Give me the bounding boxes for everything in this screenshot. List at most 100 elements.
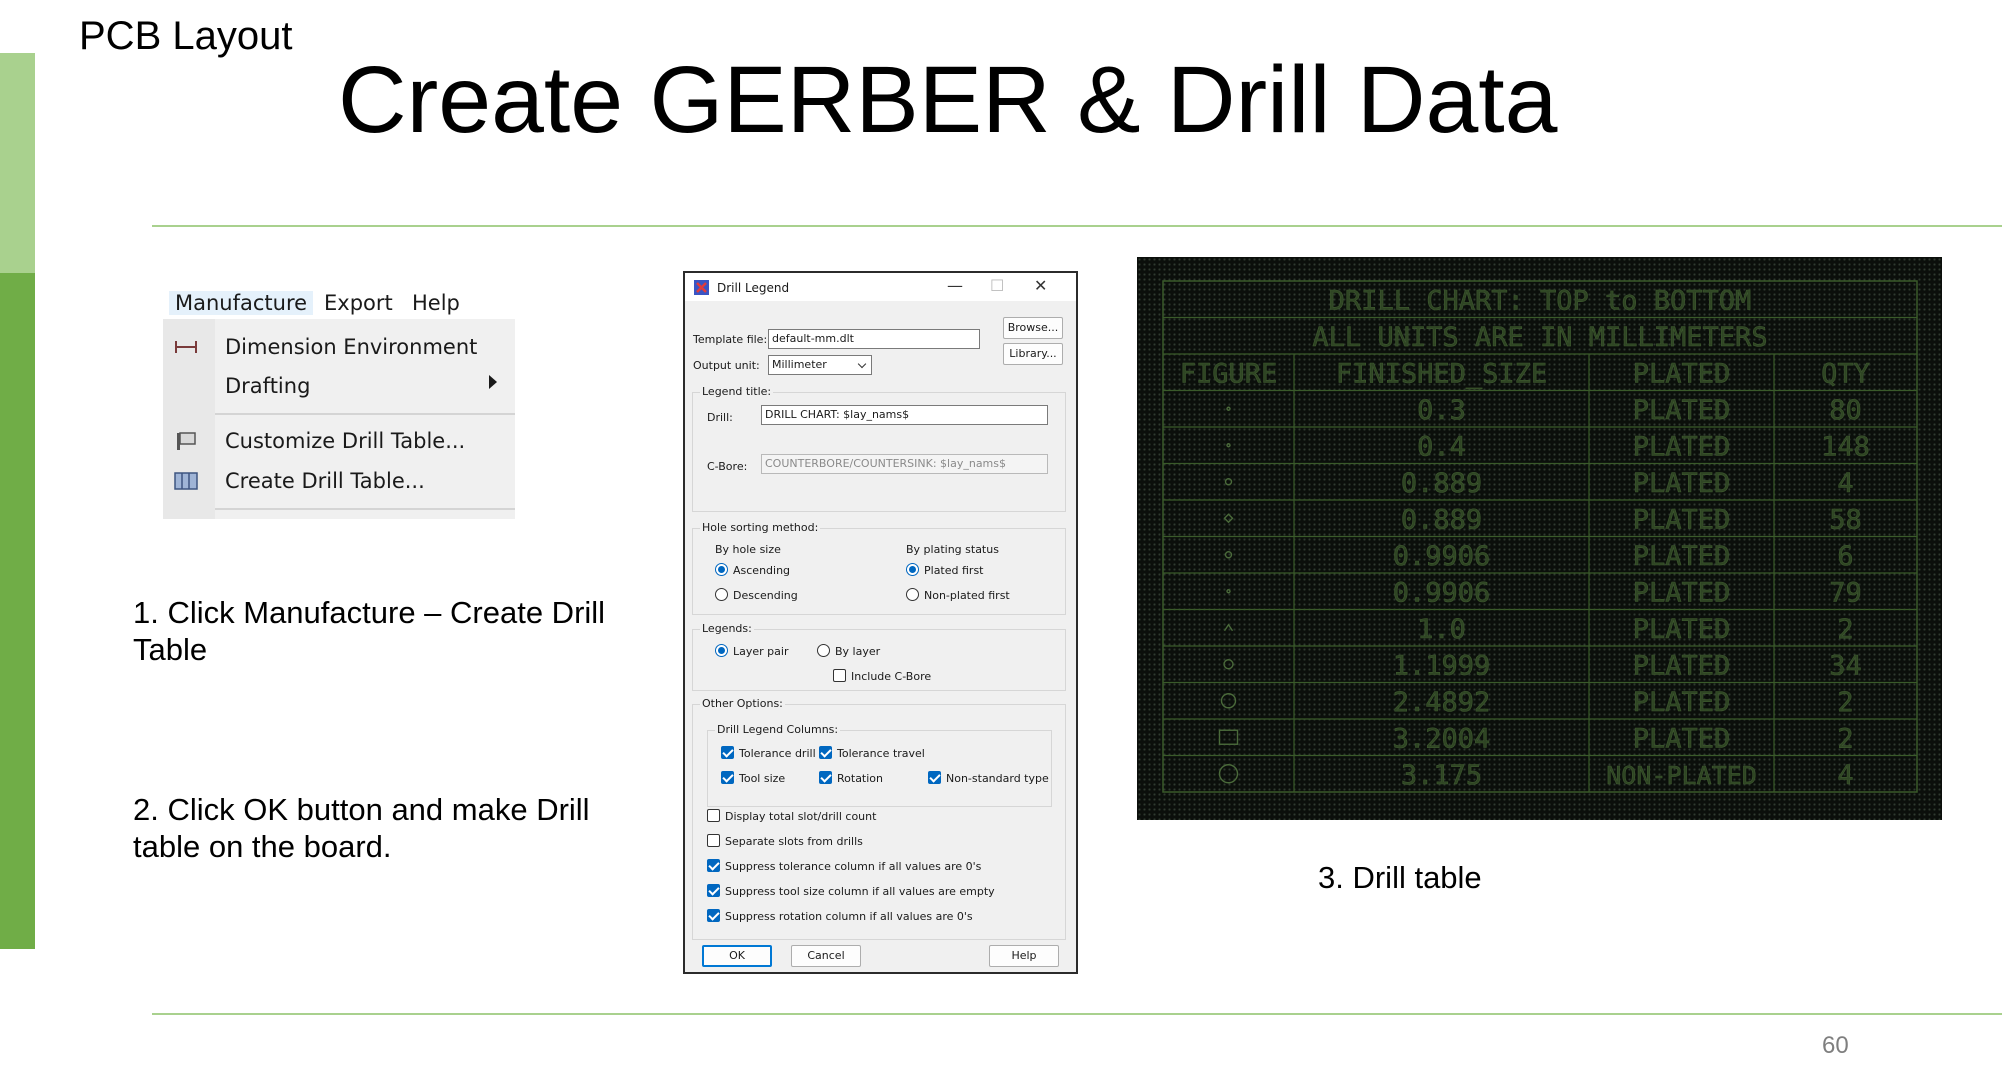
drill-title-input[interactable]: DRILL CHART: $lay_nams$	[761, 405, 1048, 425]
drill-figure-caret-icon	[1223, 623, 1234, 632]
dialog-title: Drill Legend	[717, 281, 790, 295]
step-3-text: 3. Drill table	[1318, 860, 1482, 895]
drill-row-size: 0.3	[1417, 395, 1466, 426]
ok-button[interactable]: OK	[702, 945, 772, 967]
other-options-group-label: Other Options:	[700, 697, 785, 710]
drill-row-qty: 2	[1837, 723, 1853, 754]
descending-radio[interactable]	[715, 588, 728, 601]
minimize-icon[interactable]: —	[947, 276, 963, 295]
legend-title-group-label: Legend title:	[700, 385, 774, 398]
accent-bar-bottom	[0, 273, 35, 949]
chart-header-finished-size: FINISHED_SIZE	[1336, 358, 1547, 389]
app-icon	[694, 280, 709, 295]
non-standard-type-checkbox[interactable]	[928, 771, 941, 784]
drill-row-qty: 79	[1829, 577, 1862, 608]
rotation-label: Rotation	[837, 772, 884, 785]
step-2-text: 2. Click OK button and make Drill table …	[133, 792, 590, 864]
menu-item-create-drill-table[interactable]: Create Drill Table...	[225, 469, 425, 493]
non-plated-first-label: Non-plated first	[924, 589, 1010, 602]
tolerance-drill-label: Tolerance drill	[739, 747, 816, 760]
separate-slots-checkbox[interactable]	[707, 834, 720, 847]
output-unit-select[interactable]: Millimeter	[768, 355, 872, 375]
drill-row-plated: PLATED	[1633, 468, 1731, 499]
by-plating-status-label: By plating status	[906, 543, 999, 556]
tolerance-drill-checkbox[interactable]	[721, 746, 734, 759]
drill-row-qty: 2	[1837, 614, 1853, 645]
drill-row-qty: 2	[1837, 687, 1853, 718]
drill-figure-square-icon	[1218, 729, 1239, 745]
accent-bar-top	[0, 53, 35, 273]
chart-subtitle: ALL UNITS ARE IN MILLIMETERS	[1312, 322, 1767, 353]
menu-manufacture[interactable]: Manufacture	[169, 291, 314, 315]
drill-table-screenshot: DRILL CHART: TOP to BOTTOM ALL UNITS ARE …	[1137, 257, 1942, 820]
drill-chart: DRILL CHART: TOP to BOTTOM ALL UNITS ARE …	[1162, 280, 1918, 793]
drill-figure-diamond-icon	[1223, 513, 1234, 524]
output-unit-value: Millimeter	[772, 358, 827, 371]
by-layer-label: By layer	[835, 645, 881, 658]
drill-row-size: 0.9906	[1393, 541, 1491, 572]
drill-row-qty: 80	[1829, 395, 1862, 426]
create-table-icon	[174, 472, 198, 490]
drill-figure-dot-icon	[1226, 589, 1231, 594]
close-icon[interactable]: ✕	[1034, 276, 1047, 295]
tolerance-travel-checkbox[interactable]	[819, 746, 832, 759]
customize-table-icon	[177, 432, 196, 450]
drill-row-size: 2.4892	[1393, 687, 1491, 718]
drill-row-size: 0.9906	[1393, 577, 1491, 608]
help-button[interactable]: Help	[989, 945, 1059, 967]
drill-row-size: 3.175	[1401, 760, 1482, 791]
drill-legend-columns-group	[707, 730, 1052, 807]
layer-pair-label: Layer pair	[733, 645, 789, 658]
non-plated-first-radio[interactable]	[906, 588, 919, 601]
include-cbore-checkbox[interactable]	[833, 669, 846, 682]
suppress-tool-size-checkbox[interactable]	[707, 884, 720, 897]
library-button[interactable]: Library...	[1003, 343, 1063, 365]
display-total-label: Display total slot/drill count	[725, 810, 877, 823]
rotation-checkbox[interactable]	[819, 771, 832, 784]
menu-export[interactable]: Export	[324, 291, 393, 315]
drill-row-size: 3.2004	[1393, 723, 1491, 754]
section-label: PCB Layout	[79, 14, 293, 58]
ascending-radio[interactable]	[715, 563, 728, 576]
drill-figure-circle-icon	[1224, 551, 1233, 559]
by-layer-radio[interactable]	[817, 644, 830, 657]
dimension-icon	[175, 341, 197, 353]
menu-separator	[215, 413, 515, 415]
drill-row-plated: PLATED	[1633, 395, 1731, 426]
suppress-rotation-checkbox[interactable]	[707, 909, 720, 922]
cbore-title-input[interactable]: COUNTERBORE/COUNTERSINK: $lay_nams$	[761, 454, 1048, 474]
layer-pair-radio[interactable]	[715, 644, 728, 657]
tool-size-checkbox[interactable]	[721, 771, 734, 784]
template-file-input[interactable]: default-mm.dlt	[768, 329, 980, 349]
menu-help[interactable]: Help	[412, 291, 460, 315]
suppress-tolerance-checkbox[interactable]	[707, 859, 720, 872]
descending-label: Descending	[733, 589, 798, 602]
cancel-button[interactable]: Cancel	[791, 945, 861, 967]
non-standard-type-label: Non-standard type	[946, 772, 1049, 785]
drill-row-qty: 34	[1829, 650, 1862, 681]
drill-row-size: 0.4	[1417, 431, 1466, 462]
maximize-icon[interactable]: ☐	[990, 276, 1004, 295]
drill-row-qty: 4	[1837, 760, 1853, 791]
drill-figure-dot-icon	[1226, 406, 1231, 411]
browse-button[interactable]: Browse...	[1003, 317, 1063, 339]
display-total-checkbox[interactable]	[707, 809, 720, 822]
legends-group-label: Legends:	[700, 622, 754, 635]
drill-row-qty: 148	[1821, 431, 1870, 462]
menu-item-dimension-environment[interactable]: Dimension Environment	[225, 335, 477, 359]
template-file-label: Template file:	[693, 333, 768, 346]
divider-bottom	[152, 1013, 2002, 1015]
drill-legend-columns-label: Drill Legend Columns:	[715, 723, 841, 736]
drill-row-size: 1.0	[1417, 614, 1466, 645]
drill-figure-dot-icon	[1226, 443, 1231, 448]
page-number: 60	[1822, 1032, 1849, 1059]
drill-row-plated: NON-PLATED	[1606, 761, 1757, 790]
suppress-rotation-label: Suppress rotation column if all values a…	[725, 910, 973, 923]
include-cbore-label: Include C-Bore	[851, 670, 932, 683]
menu-item-drafting[interactable]: Drafting	[225, 374, 310, 398]
chart-header-plated: PLATED	[1633, 358, 1731, 389]
drill-figure-circle-icon	[1218, 764, 1239, 784]
plated-first-label: Plated first	[924, 564, 984, 577]
menu-item-customize-drill-table[interactable]: Customize Drill Table...	[225, 429, 465, 453]
plated-first-radio[interactable]	[906, 563, 919, 576]
